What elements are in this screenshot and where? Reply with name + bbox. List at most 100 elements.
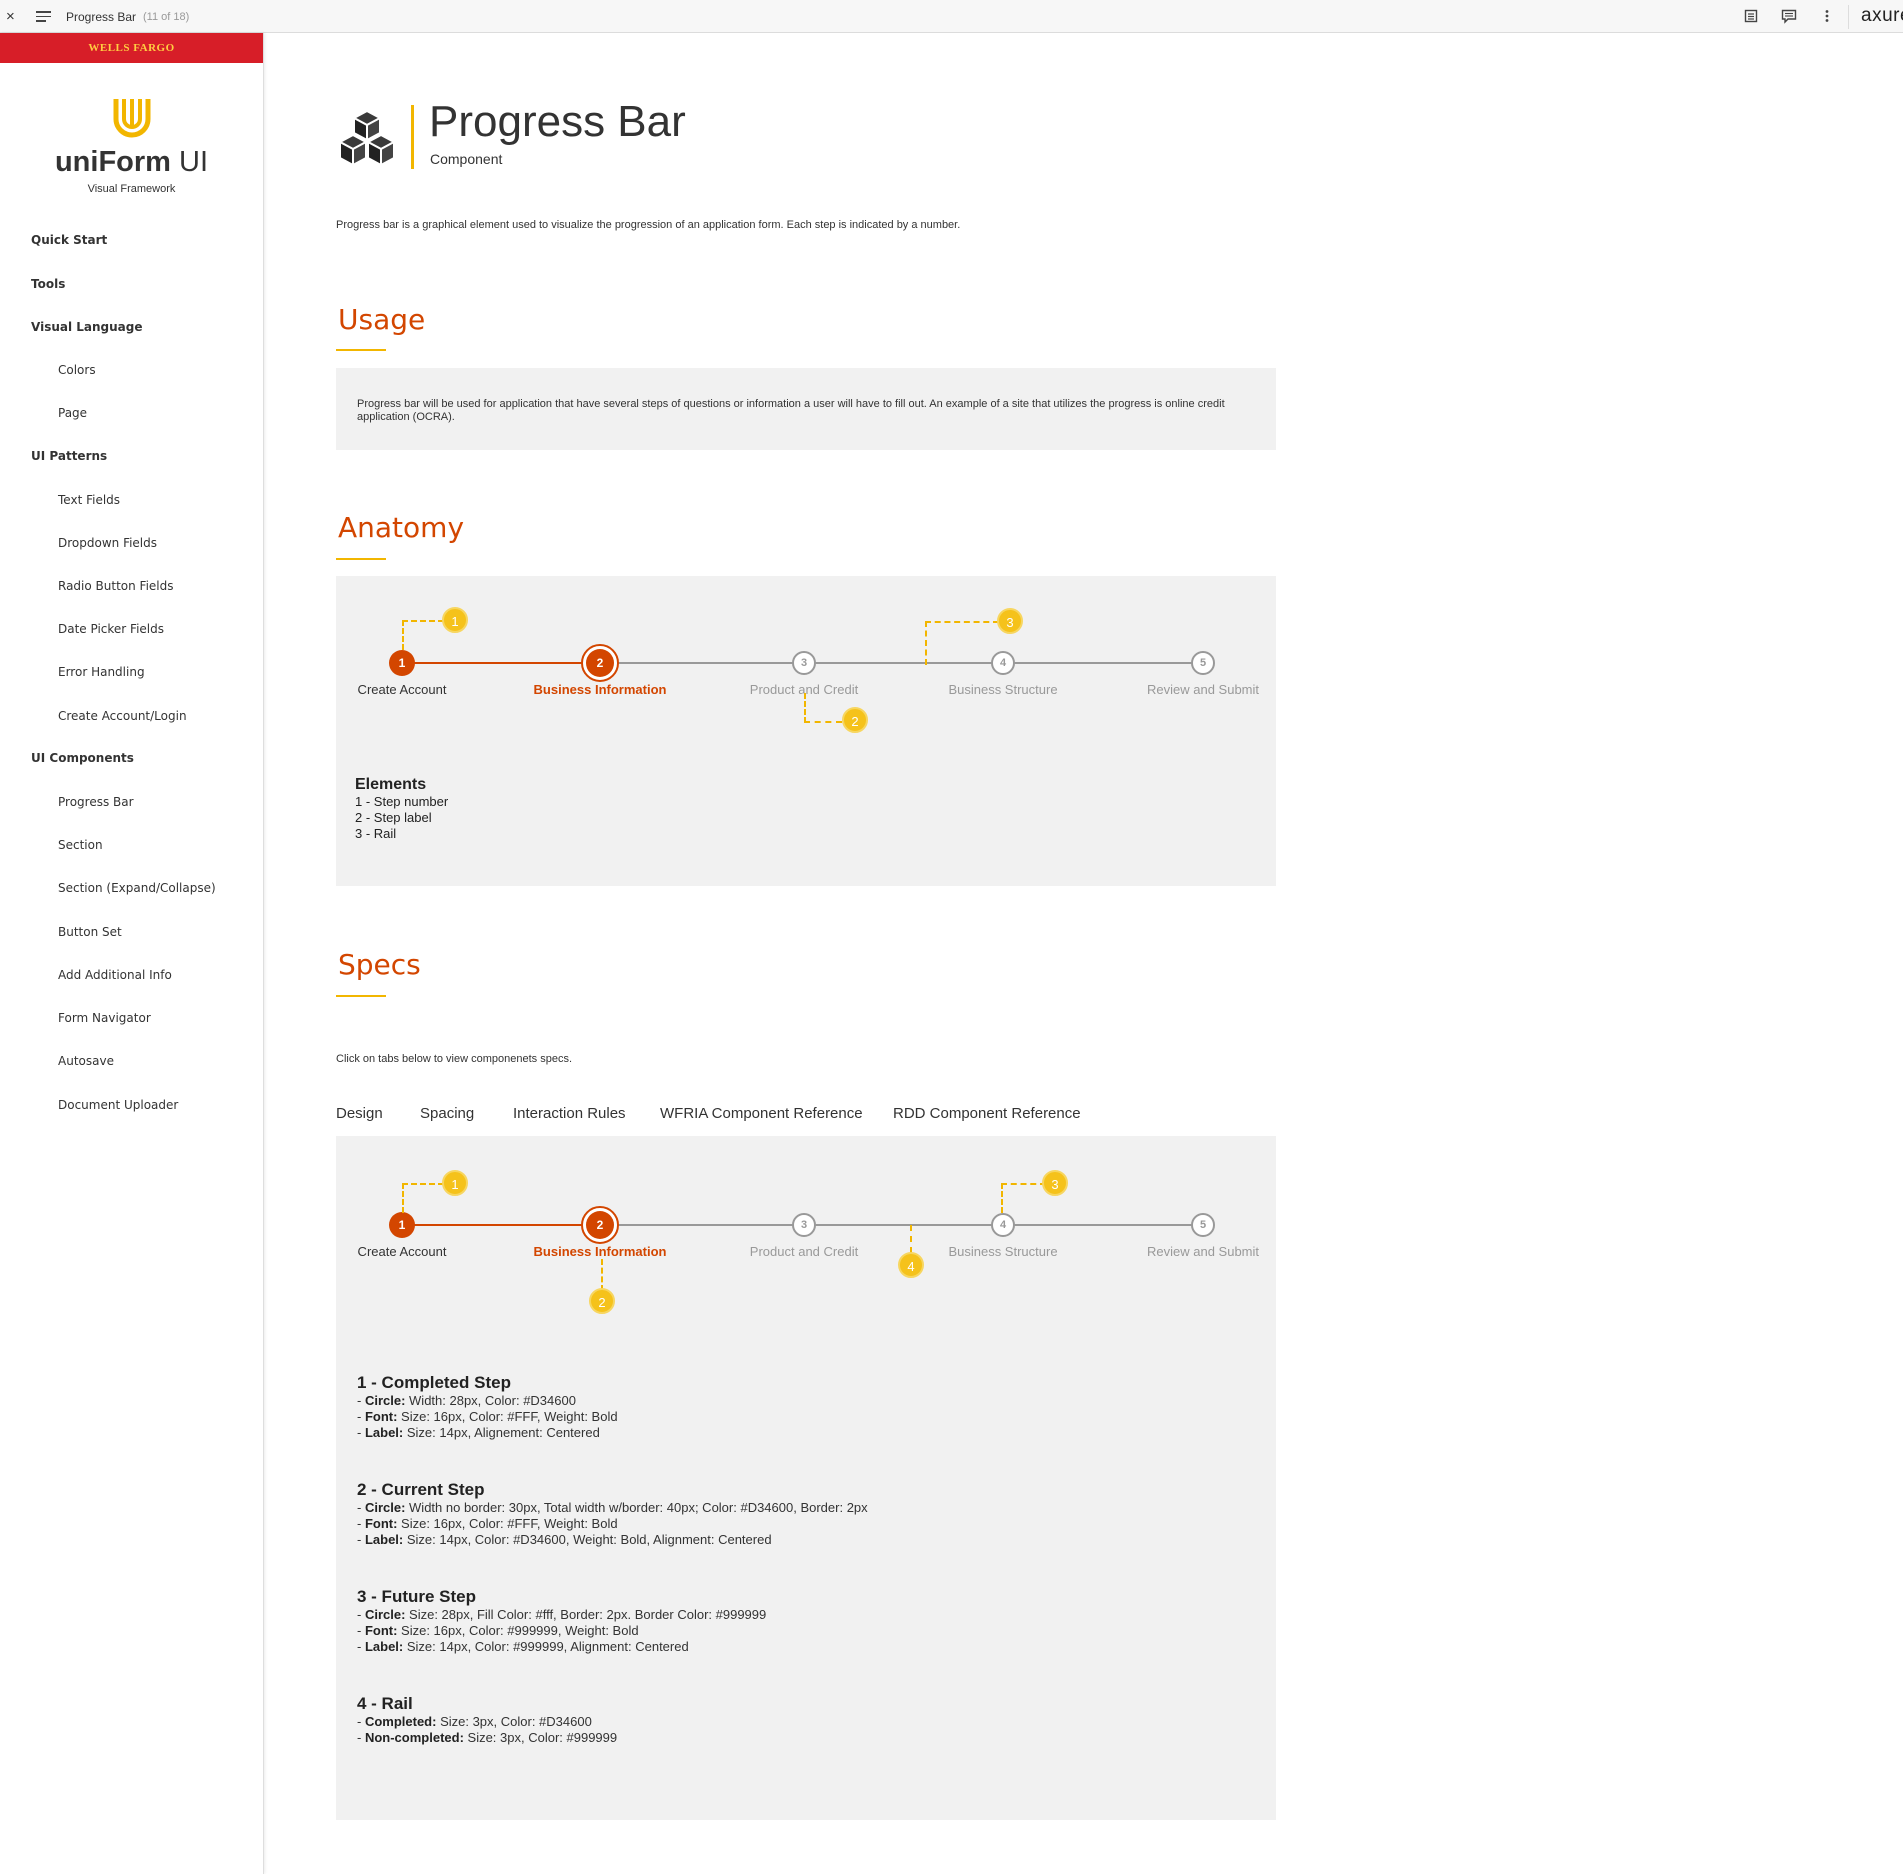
step-label: Business Structure — [948, 682, 1058, 697]
spec-line-value: Size: 16px, Color: #FFF, Weight: Bold — [397, 1409, 618, 1424]
progress-rail-segment — [600, 662, 804, 664]
sidebar-item-add-additional-info[interactable]: Add Additional Info — [58, 968, 172, 982]
intro-text: Progress bar is a graphical element used… — [336, 219, 961, 231]
tab-interaction-rules[interactable]: Interaction Rules — [513, 1105, 626, 1122]
step-circle-future: 3 — [792, 651, 816, 675]
anatomy-leader-3 — [925, 621, 999, 665]
sidebar-item-section[interactable]: Section — [58, 838, 103, 852]
sidebar-item-progress-bar[interactable]: Progress Bar — [58, 795, 134, 809]
logo-subtitle: Visual Framework — [87, 183, 176, 195]
spec-block-title: 4 - Rail — [357, 1694, 413, 1713]
sidebar-item-document-uploader[interactable]: Document Uploader — [58, 1098, 178, 1112]
axure-logo: axure — [1848, 5, 1903, 29]
usage-panel: Progress bar will be used for applicatio… — [336, 368, 1276, 450]
tab-design[interactable]: Design — [336, 1105, 383, 1122]
bank-name: WELLS FARGO — [88, 42, 175, 54]
specs-tabs: Design Spacing Interaction Rules WFRIA C… — [336, 1101, 1276, 1141]
spec-line-value: Size: 16px, Color: #FFF, Weight: Bold — [397, 1516, 618, 1531]
spec-block-title: 3 - Future Step — [357, 1587, 477, 1606]
bank-banner: WELLS FARGO — [0, 33, 263, 63]
spec-block: 1 - Completed Step - Circle: Width: 28px,… — [357, 1373, 618, 1441]
spec-line-key: Font: — [364, 1516, 398, 1531]
spec-line-key: Circle: — [364, 1500, 406, 1515]
sidebar-item-error-handling[interactable]: Error Handling — [58, 665, 145, 679]
sidebar-item-visual-language[interactable]: Visual Language — [31, 320, 143, 334]
usage-heading-rule — [336, 349, 386, 351]
more-options-icon[interactable] — [1818, 7, 1836, 25]
spec-line: - Font: Size: 16px, Color: #FFF, Weight:… — [357, 1409, 618, 1424]
page-title-tab: Progress Bar — [66, 10, 137, 24]
spec-line: - Non-completed: Size: 3px, Color: #9999… — [357, 1730, 618, 1745]
specs-heading-rule — [336, 995, 386, 997]
sidebar-item-ui-components[interactable]: UI Components — [31, 751, 134, 765]
spec-line-key: Circle: — [364, 1607, 406, 1622]
sidebar-item-ui-patterns[interactable]: UI Patterns — [31, 449, 107, 463]
spec-line: - Font: Size: 16px, Color: #FFF, Weight:… — [357, 1516, 618, 1531]
logo-wordmark: uniForm UI — [0, 146, 263, 179]
spec-line-value: Size: 28px, Fill Color: #fff, Border: 2p… — [405, 1607, 767, 1622]
spec-line: - Circle: Width no border: 30px, Total w… — [357, 1500, 868, 1515]
sidebar-item-create-account-login[interactable]: Create Account/Login — [58, 709, 187, 723]
spec-line-value: Size: 3px, Color: #D34600 — [436, 1714, 592, 1729]
menu-icon[interactable] — [36, 8, 51, 25]
sidebar-item-section-expand-collapse[interactable]: Section (Expand/Collapse) — [58, 881, 216, 895]
step-number: 2 — [586, 1211, 614, 1239]
comments-icon[interactable] — [1780, 7, 1798, 25]
anatomy-callout-3: 3 — [997, 608, 1023, 634]
anatomy-panel: 1 Create Account 2 Business Information 3 Pro… — [336, 576, 1276, 886]
progress-rail-segment — [1003, 662, 1203, 664]
sidebar-item-colors[interactable]: Colors — [58, 363, 96, 377]
spec-line-value: Size: 3px, Color: #999999 — [463, 1730, 618, 1745]
sidebar-item-button-set[interactable]: Button Set — [58, 925, 122, 939]
sidebar-item-dropdown-fields[interactable]: Dropdown Fields — [58, 536, 157, 550]
spec-line: - Label: Size: 14px, Color: #999999, Ali… — [357, 1639, 689, 1654]
sidebar-item-tools[interactable]: Tools — [31, 277, 65, 291]
step-circle-future: 3 — [792, 1213, 816, 1237]
anatomy-elements: Elements 1 - Step number 2 - Step label … — [355, 776, 448, 842]
specs-leader-3 — [1001, 1183, 1046, 1213]
sidebar-item-page[interactable]: Page — [58, 406, 87, 420]
spec-line-key: Non-completed: — [364, 1730, 464, 1745]
tab-rdd-component-reference[interactable]: RDD Component Reference — [893, 1105, 1081, 1122]
step-circle-completed: 1 — [389, 650, 415, 676]
spec-line-value: Width: 28px, Color: #D34600 — [405, 1393, 576, 1408]
step-label: Business Structure — [948, 1244, 1058, 1259]
sidebar-item-autosave[interactable]: Autosave — [58, 1054, 114, 1068]
step-label: Create Account — [357, 682, 447, 697]
sidebar-item-radio-button-fields[interactable]: Radio Button Fields — [58, 579, 174, 593]
spec-line: - Circle: Width: 28px, Color: #D34600 — [357, 1393, 576, 1408]
spec-block: 2 - Current Step - Circle: Width no borde… — [357, 1480, 868, 1548]
spec-block-title: 1 - Completed Step — [357, 1373, 511, 1392]
step-label: Business Information — [533, 1244, 667, 1259]
spec-line-key: Font: — [364, 1623, 398, 1638]
step-circle-completed: 1 — [389, 1212, 415, 1238]
specs-callout-4: 4 — [898, 1252, 924, 1278]
close-icon[interactable]: × — [6, 8, 15, 25]
logo-wordmark-light: UI — [170, 146, 209, 178]
spec-line: - Label: Size: 14px, Color: #D34600, Wei… — [357, 1532, 772, 1547]
specs-callout-1: 1 — [442, 1170, 468, 1196]
step-circle-future: 4 — [991, 1213, 1015, 1237]
framework-logo: uniForm UI Visual Framework — [0, 95, 263, 195]
step-label: Review and Submit — [1147, 1244, 1259, 1259]
usage-text: Progress bar will be used for applicatio… — [357, 398, 1225, 423]
page-count: (11 of 18) — [143, 11, 190, 23]
specs-callout-2: 2 — [589, 1288, 615, 1314]
sidebar-item-quick-start[interactable]: Quick Start — [31, 233, 107, 247]
anatomy-heading-rule — [336, 558, 386, 560]
specs-callout-3: 3 — [1042, 1170, 1068, 1196]
sidebar-item-form-navigator[interactable]: Form Navigator — [58, 1011, 151, 1025]
progress-rail-segment — [402, 1224, 600, 1226]
tab-spacing[interactable]: Spacing — [420, 1105, 474, 1122]
notes-icon[interactable] — [1742, 7, 1760, 25]
page-title: Progress Bar — [429, 97, 686, 146]
spec-line-key: Label: — [364, 1425, 404, 1440]
specs-heading: Specs — [338, 948, 421, 981]
spec-line-key: Font: — [364, 1409, 398, 1424]
sidebar-item-text-fields[interactable]: Text Fields — [58, 493, 120, 507]
spec-line-value: Width no border: 30px, Total width w/bor… — [405, 1500, 868, 1515]
tab-wfria-component-reference[interactable]: WFRIA Component Reference — [660, 1105, 863, 1122]
sidebar-item-date-picker-fields[interactable]: Date Picker Fields — [58, 622, 164, 636]
spec-line-value: Size: 14px, Color: #D34600, Weight: Bold… — [403, 1532, 772, 1547]
spec-line: - Label: Size: 14px, Alignement: Centere… — [357, 1425, 600, 1440]
